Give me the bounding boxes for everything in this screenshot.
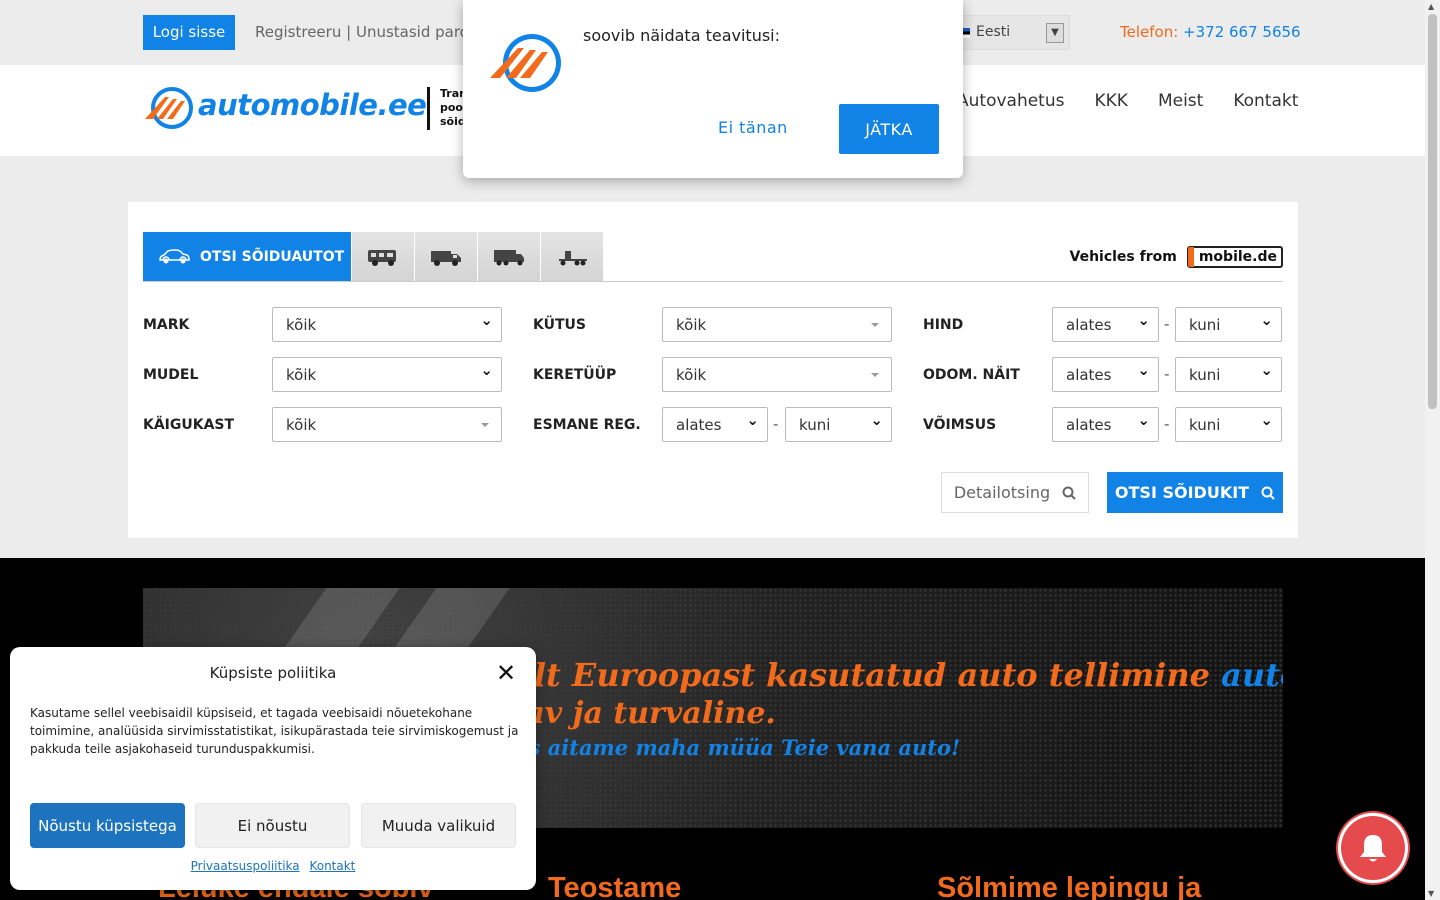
mark-select[interactable]: kõik bbox=[272, 307, 502, 342]
contact-link[interactable]: Kontakt bbox=[309, 859, 355, 873]
privacy-policy-link[interactable]: Privaatsuspoliitika bbox=[191, 859, 300, 873]
bell-icon bbox=[1360, 835, 1386, 862]
hind-to-select[interactable]: kuni bbox=[1175, 307, 1282, 342]
voimsus-label: VÕIMSUS bbox=[923, 417, 997, 433]
detailed-search-label: Detailotsing bbox=[953, 483, 1051, 502]
mudel-select[interactable]: kõik bbox=[272, 357, 502, 392]
search-vehicles-label: OTSI SÕIDUKIT bbox=[1114, 483, 1250, 502]
esmane-reg-to-select[interactable]: kuni bbox=[785, 407, 892, 442]
cookie-description: Kasutame sellel veebisaidil küpsiseid, e… bbox=[30, 706, 519, 756]
language-select[interactable]: Eesti ▼ bbox=[955, 15, 1070, 50]
semi-truck-icon bbox=[559, 251, 587, 266]
link-separator: | bbox=[346, 23, 352, 41]
vehicle-type-tabs: OTSI SÕIDUAUTOT bbox=[143, 232, 603, 282]
hind-from-select[interactable]: alates bbox=[1052, 307, 1159, 342]
tab-cars[interactable]: OTSI SÕIDUAUTOT bbox=[143, 232, 351, 282]
nav-item-kontakt[interactable]: Kontakt bbox=[1233, 91, 1298, 111]
kaigukast-label: KÄIGUKAST bbox=[143, 417, 235, 433]
car-icon bbox=[159, 249, 190, 264]
main-nav: Autovahetus KKK Meist Kontakt bbox=[957, 91, 1298, 111]
tab-trucks[interactable] bbox=[477, 232, 540, 282]
header-tagline: Tran pool sõid bbox=[427, 87, 467, 130]
estonia-flag-icon bbox=[962, 28, 970, 38]
odom-label: ODOM. NÄIT bbox=[923, 367, 1020, 383]
esmane-reg-from-select[interactable]: alates bbox=[662, 407, 768, 442]
login-button[interactable]: Logi sisse bbox=[143, 15, 235, 50]
deny-cookies-button[interactable]: Ei nõustu bbox=[195, 803, 350, 848]
hero-brand-text: automobile.ee bbox=[1221, 656, 1283, 694]
esmane-reg-label: ESMANE REG. bbox=[533, 417, 641, 433]
search-icon bbox=[1261, 486, 1275, 500]
scroll-down-icon[interactable]: ▼ bbox=[1428, 889, 1434, 898]
phone-label: Telefon: bbox=[1120, 23, 1179, 41]
range-dash: - bbox=[773, 415, 779, 433]
range-dash: - bbox=[1164, 315, 1170, 333]
voimsus-to-select[interactable]: kuni bbox=[1175, 407, 1282, 442]
keretuup-label: KERETÜÜP bbox=[533, 367, 617, 383]
range-dash: - bbox=[1164, 415, 1170, 433]
search-icon bbox=[1062, 486, 1076, 500]
logo-mark-icon bbox=[145, 87, 193, 129]
nav-item-autovahetus[interactable]: Autovahetus bbox=[957, 91, 1064, 111]
phone-info: Telefon: +372 667 5656 bbox=[1120, 23, 1301, 41]
register-link[interactable]: Registreeru bbox=[255, 23, 341, 41]
truck-icon bbox=[494, 250, 524, 266]
search-vehicles-button[interactable]: OTSI SÕIDUKIT bbox=[1107, 472, 1283, 513]
close-icon[interactable]: ✕ bbox=[496, 659, 516, 687]
tab-vans[interactable] bbox=[414, 232, 477, 282]
mudel-label: MUDEL bbox=[143, 367, 199, 383]
notification-decline-button[interactable]: Ei tänan bbox=[718, 118, 788, 137]
cookie-links: Privaatsuspoliitika Kontakt bbox=[10, 859, 536, 873]
vehicle-search-panel: OTSI SÕIDUAUTOT Vehicles from mobile.de … bbox=[128, 202, 1298, 538]
cookie-preferences-button[interactable]: Muuda valikuid bbox=[361, 803, 516, 848]
nav-item-meist[interactable]: Meist bbox=[1158, 91, 1203, 111]
cookie-consent-dialog: Küpsiste poliitika ✕ Kasutame sellel vee… bbox=[10, 647, 536, 890]
kutus-select[interactable]: kõik bbox=[662, 307, 892, 342]
phone-number-link[interactable]: +372 667 5656 bbox=[1183, 23, 1301, 41]
van-icon bbox=[431, 251, 461, 266]
logo-text: automobile.ee bbox=[198, 88, 427, 122]
kaigukast-select[interactable]: kõik bbox=[272, 407, 502, 442]
detailed-search-button[interactable]: Detailotsing bbox=[941, 472, 1089, 513]
vehicles-from-label: Vehicles from bbox=[1069, 249, 1177, 265]
range-dash: - bbox=[1164, 365, 1170, 383]
mark-label: MARK bbox=[143, 317, 190, 333]
chevron-down-icon[interactable]: ▼ bbox=[1046, 23, 1064, 43]
tabs-divider bbox=[143, 281, 1283, 282]
keretuup-select[interactable]: kõik bbox=[662, 357, 892, 392]
tab-campers[interactable] bbox=[351, 232, 414, 282]
notification-accept-button[interactable]: JÄTKA bbox=[839, 104, 939, 154]
cookie-title: Küpsiste poliitika bbox=[209, 664, 337, 682]
step-heading-2: Teostame bbox=[548, 872, 682, 900]
odom-from-select[interactable]: alates bbox=[1052, 357, 1159, 392]
vehicles-from-badge: Vehicles from mobile.de bbox=[1069, 246, 1283, 268]
scrollbar-thumb[interactable] bbox=[1428, 14, 1437, 409]
hind-label: HIND bbox=[923, 317, 964, 333]
scroll-up-icon[interactable]: ▲ bbox=[1428, 2, 1434, 11]
kutus-label: KÜTUS bbox=[533, 317, 586, 333]
notification-bell-button[interactable] bbox=[1341, 816, 1405, 880]
page-scrollbar[interactable]: ▲ ▼ bbox=[1425, 0, 1440, 900]
voimsus-from-select[interactable]: alates bbox=[1052, 407, 1159, 442]
mobile-de-logo: mobile.de bbox=[1186, 246, 1283, 268]
site-logo[interactable]: automobile.ee bbox=[143, 83, 427, 133]
accept-cookies-button[interactable]: Nõustu küpsistega bbox=[30, 803, 185, 848]
odom-to-select[interactable]: kuni bbox=[1175, 357, 1282, 392]
notification-message: soovib näidata teavitusi: bbox=[583, 26, 781, 45]
step-heading-3: Sõlmime lepingu ja bbox=[937, 872, 1202, 900]
account-links: Registreeru | Unustasid parool bbox=[255, 23, 482, 41]
tab-semi-trucks[interactable] bbox=[540, 232, 603, 282]
camper-icon bbox=[368, 250, 396, 266]
nav-item-kkk[interactable]: KKK bbox=[1094, 91, 1127, 111]
language-value: Eesti bbox=[976, 24, 1011, 40]
brand-logo-icon bbox=[490, 34, 561, 92]
notification-prompt: soovib näidata teavitusi: Ei tänan JÄTKA bbox=[463, 0, 963, 178]
tab-cars-label: OTSI SÕIDUAUTOT bbox=[200, 249, 345, 265]
